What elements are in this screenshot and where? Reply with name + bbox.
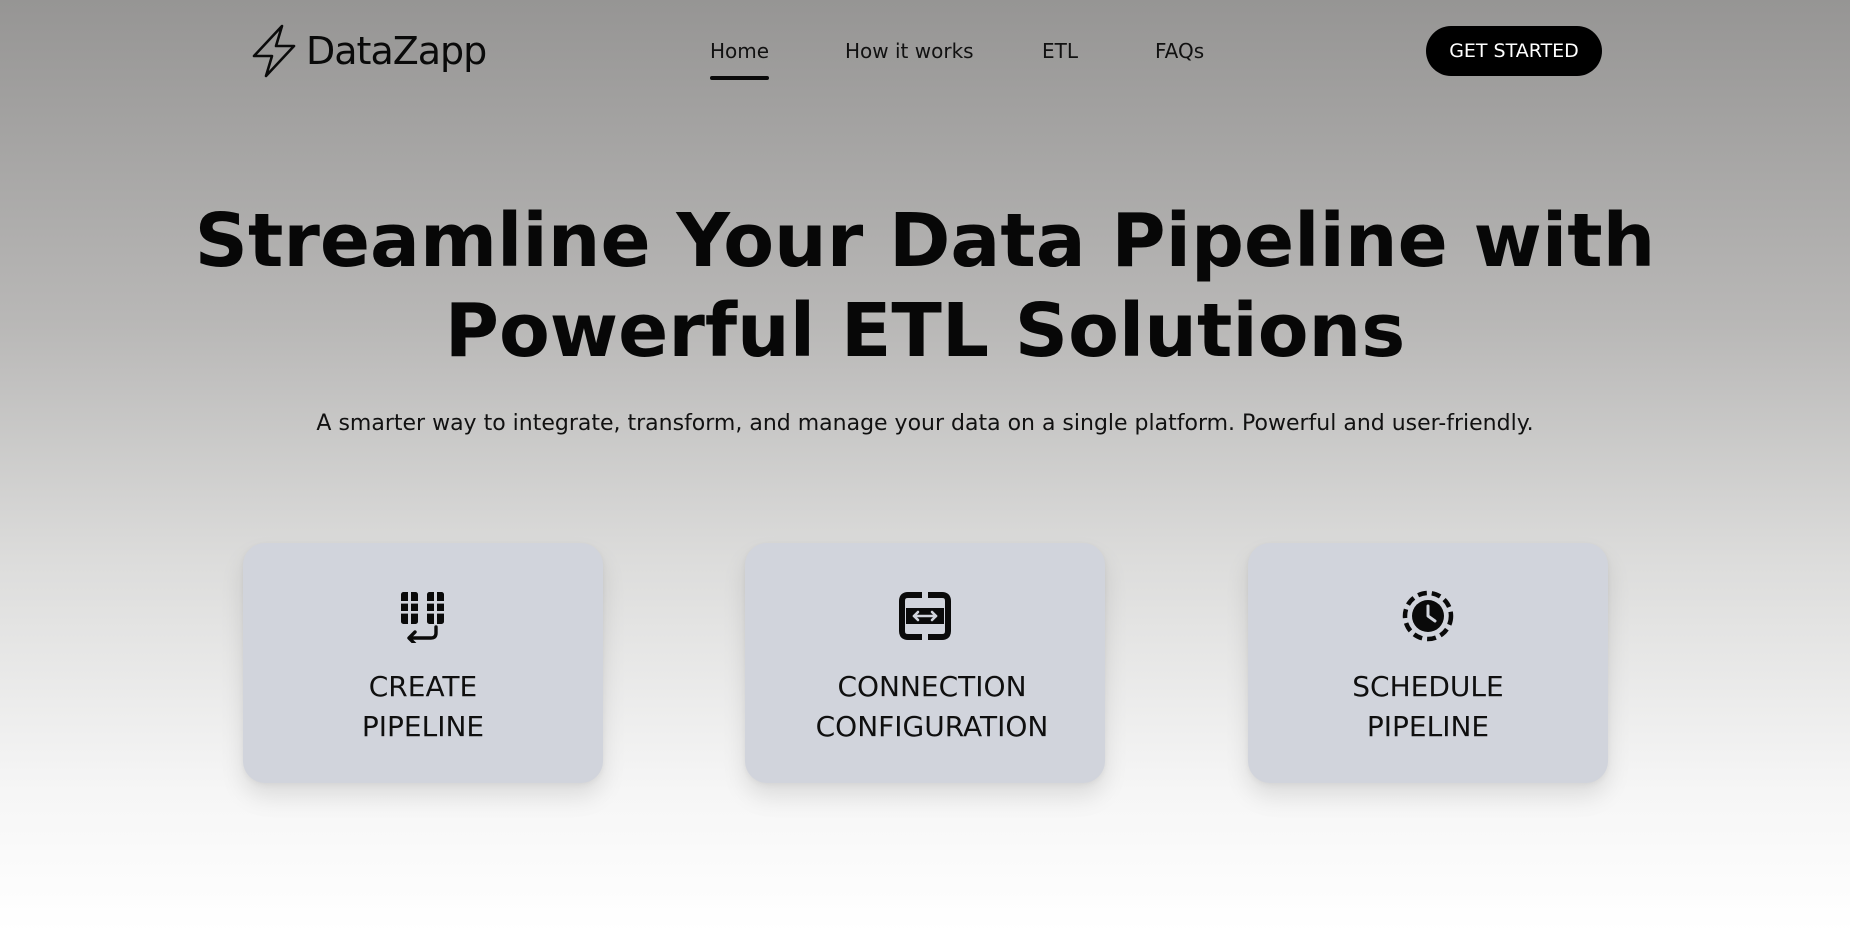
hero-title-line-2: Powerful ETL Solutions [444,288,1406,374]
nav-item-home[interactable]: Home [710,36,770,80]
card-label-line-1: CREATE [368,670,478,703]
card-label: SCHEDULE PIPELINE [1248,667,1608,747]
card-label-line-2: PIPELINE [361,710,485,743]
hero-title: Streamline Your Data Pipeline with Power… [0,196,1850,376]
card-label-line-2: PIPELINE [1366,710,1490,743]
hero-subtitle: A smarter way to integrate, transform, a… [316,411,1534,436]
card-label-line-1: SCHEDULE [1352,670,1504,703]
schedule-pipeline-card[interactable]: SCHEDULE PIPELINE [1248,543,1608,783]
create-pipeline-card[interactable]: CREATE PIPELINE [243,543,603,783]
hero-title-line-1: Streamline Your Data Pipeline with [194,198,1656,284]
nav-item-etl[interactable]: ETL [1042,36,1078,66]
nav-item-how-it-works[interactable]: How it works [845,36,974,66]
get-started-button[interactable]: GET STARTED [1426,26,1602,76]
connection-configuration-card[interactable]: CONNECTION CONFIGURATION [745,543,1105,783]
schedule-clock-icon [1401,589,1455,643]
pipeline-icon [396,589,450,643]
card-label-line-1: CONNECTION [837,670,1027,703]
card-label: CONNECTION CONFIGURATION [745,667,1105,747]
nav-item-faqs[interactable]: FAQs [1155,36,1204,66]
site-header: DataZapp Home How it works ETL FAQs GET … [0,0,1850,102]
connection-icon [898,589,952,643]
card-label: CREATE PIPELINE [243,667,603,747]
card-label-line-2: CONFIGURATION [815,710,1049,743]
